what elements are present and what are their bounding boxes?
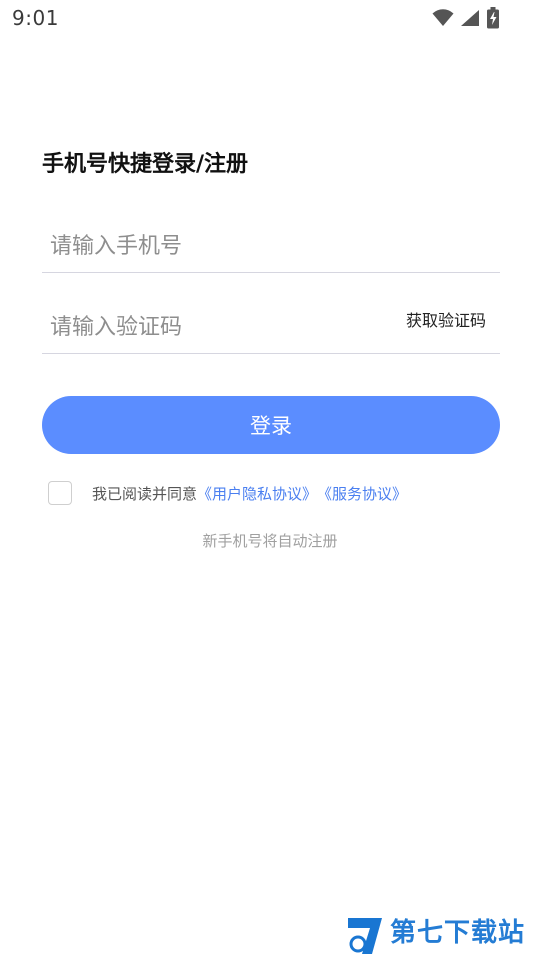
status-time: 9:01 xyxy=(12,6,59,30)
page-title: 手机号快捷登录/注册 xyxy=(42,152,249,177)
status-icons xyxy=(432,7,500,33)
watermark-logo-icon xyxy=(346,914,386,956)
service-agreement-link[interactable]: 《服务协议》 xyxy=(317,483,407,504)
wifi-icon xyxy=(432,9,454,31)
get-code-button[interactable]: 获取验证码 xyxy=(406,307,486,331)
agreement-row: 我已阅读并同意 《用户隐私协议》 《服务协议》 xyxy=(48,480,407,506)
battery-charging-icon xyxy=(486,7,500,33)
agreement-checkbox[interactable] xyxy=(48,481,72,505)
code-field-container: 获取验证码 xyxy=(42,301,500,354)
auto-register-hint: 新手机号将自动注册 xyxy=(202,532,338,550)
login-button-label: 登录 xyxy=(250,414,292,438)
phone-input[interactable] xyxy=(50,224,390,268)
status-bar: 9:01 xyxy=(0,0,540,36)
signal-icon xyxy=(460,9,480,31)
privacy-policy-link[interactable]: 《用户隐私协议》 xyxy=(197,483,317,504)
watermark: 第七下载站 xyxy=(346,912,536,958)
agreement-text: 我已阅读并同意 xyxy=(92,484,198,503)
login-button[interactable]: 登录 xyxy=(42,396,500,454)
watermark-brand: 第七下载站 xyxy=(390,918,526,948)
verification-code-input[interactable] xyxy=(50,305,390,349)
phone-field-container xyxy=(42,220,500,273)
